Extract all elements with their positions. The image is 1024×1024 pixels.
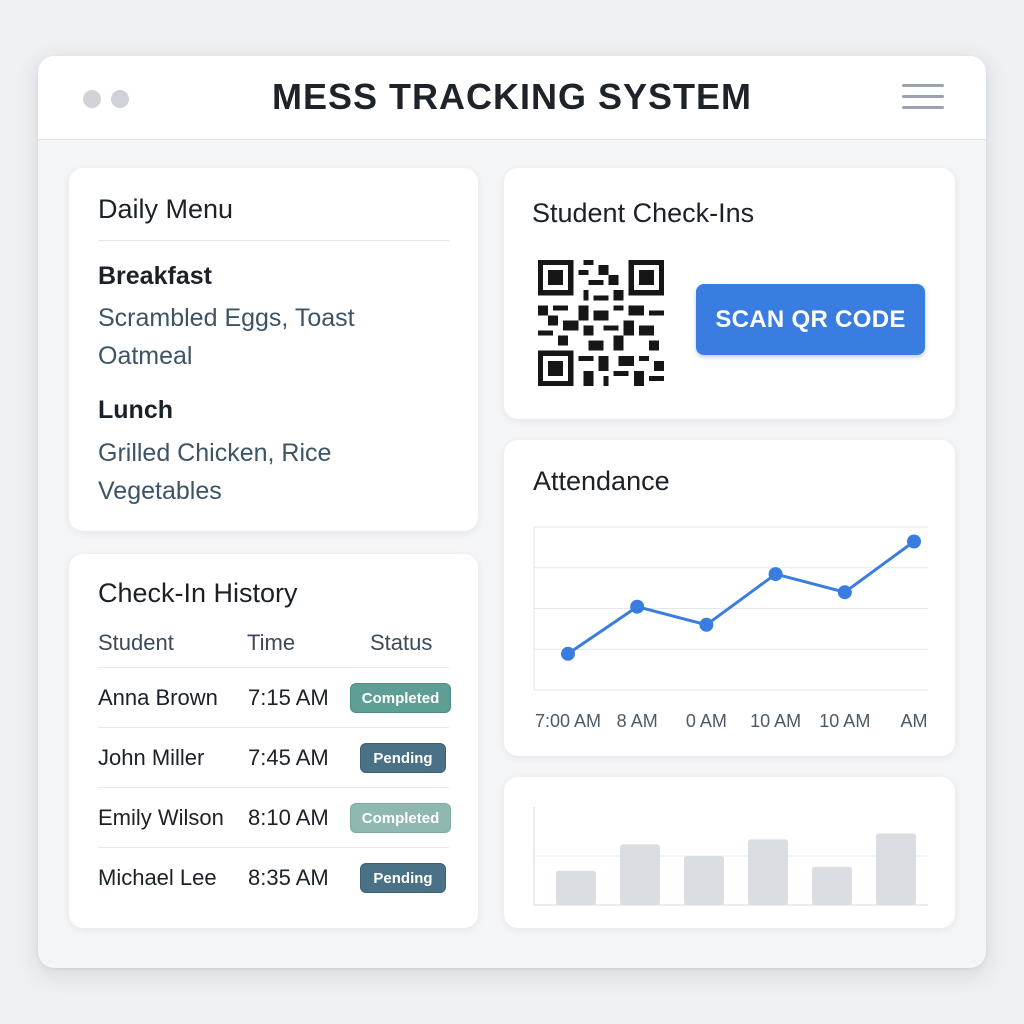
meal-item: Oatmeal [98, 342, 193, 370]
data-point [630, 599, 645, 614]
check-in-time: 8:10 AM [248, 805, 329, 830]
x-tick-label: AM [901, 711, 928, 731]
student-check-ins-card: Student Check-Ins SCAN QR CODE [504, 168, 955, 419]
student-name: Anna Brown [98, 685, 218, 710]
bar [620, 844, 660, 905]
check-ins-title: Student Check-Ins [532, 198, 755, 228]
title-bar: MESS TRACKING SYSTEM [38, 56, 986, 140]
data-point [699, 617, 714, 632]
meal-item: Scrambled Eggs, Toast [98, 304, 355, 332]
data-point [768, 567, 783, 582]
x-tick-label: 8 AM [617, 711, 658, 731]
data-point [837, 585, 852, 600]
qr-code-icon [538, 260, 664, 386]
x-tick-label: 7:00 AM [535, 711, 601, 731]
check-in-time: 7:45 AM [248, 745, 329, 770]
meal-item: Vegetables [98, 477, 222, 505]
bar [748, 839, 788, 905]
meal-title-lunch: Lunch [98, 396, 173, 424]
attendance-line-chart: 7:00 AM 8 AM 0 AM 10 AM 10 AM AM [533, 526, 928, 731]
hamburger-menu-icon[interactable] [902, 84, 944, 112]
app-title: MESS TRACKING SYSTEM [271, 76, 753, 117]
data-point [561, 646, 575, 661]
check-in-time: 8:35 AM [248, 865, 329, 890]
table-row[interactable]: Emily Wilson 8:10 AM Completed [98, 787, 451, 847]
student-name: Emily Wilson [98, 805, 224, 830]
status-badge: Completed [350, 803, 451, 833]
table-row[interactable]: Michael Lee 8:35 AM Pending [98, 847, 449, 907]
status-badge: Pending [360, 743, 446, 773]
x-tick-label: 10 AM [819, 711, 870, 731]
scan-qr-code-button[interactable]: SCAN QR CODE [696, 284, 925, 355]
bar [876, 833, 916, 905]
student-name: John Miller [98, 745, 205, 770]
status-badge: Completed [350, 683, 451, 713]
meal-title-breakfast: Breakfast [98, 262, 212, 290]
column-header-status: Status [370, 630, 433, 655]
bar [556, 870, 596, 905]
table-row[interactable]: John Miller 7:45 AM Pending [98, 727, 449, 787]
student-name: Michael Lee [98, 865, 217, 890]
column-header-time: Time [247, 630, 296, 655]
bar [684, 856, 724, 905]
check-in-history-card: Check-In History Student Time Status Ann… [69, 554, 478, 928]
daily-menu-card: Daily Menu Breakfast Scrambled Eggs, Toa… [69, 168, 478, 531]
table-row[interactable]: Anna Brown 7:15 AM Completed [98, 667, 451, 727]
column-header-student: Student [98, 630, 174, 655]
attendance-series-line [567, 540, 915, 656]
bar [812, 866, 852, 905]
check-in-time: 7:15 AM [248, 685, 329, 710]
attendance-bar-chart [533, 807, 928, 906]
meal-item: Grilled Chicken, Rice [98, 439, 332, 467]
app-window: MESS TRACKING SYSTEM Daily Menu Breakfas… [38, 56, 986, 968]
bar-chart-card [504, 777, 955, 928]
attendance-card: Attendance 7:00 AM 8 AM 0 AM 10 AM 10 AM AM [504, 440, 955, 756]
data-point [907, 534, 921, 549]
history-title: Check-In History [98, 578, 298, 608]
x-tick-label: 10 AM [750, 711, 801, 731]
status-badge: Pending [360, 863, 446, 893]
x-tick-label: 0 AM [686, 711, 727, 731]
daily-menu-divider [98, 240, 449, 241]
daily-menu-title: Daily Menu [98, 194, 234, 224]
